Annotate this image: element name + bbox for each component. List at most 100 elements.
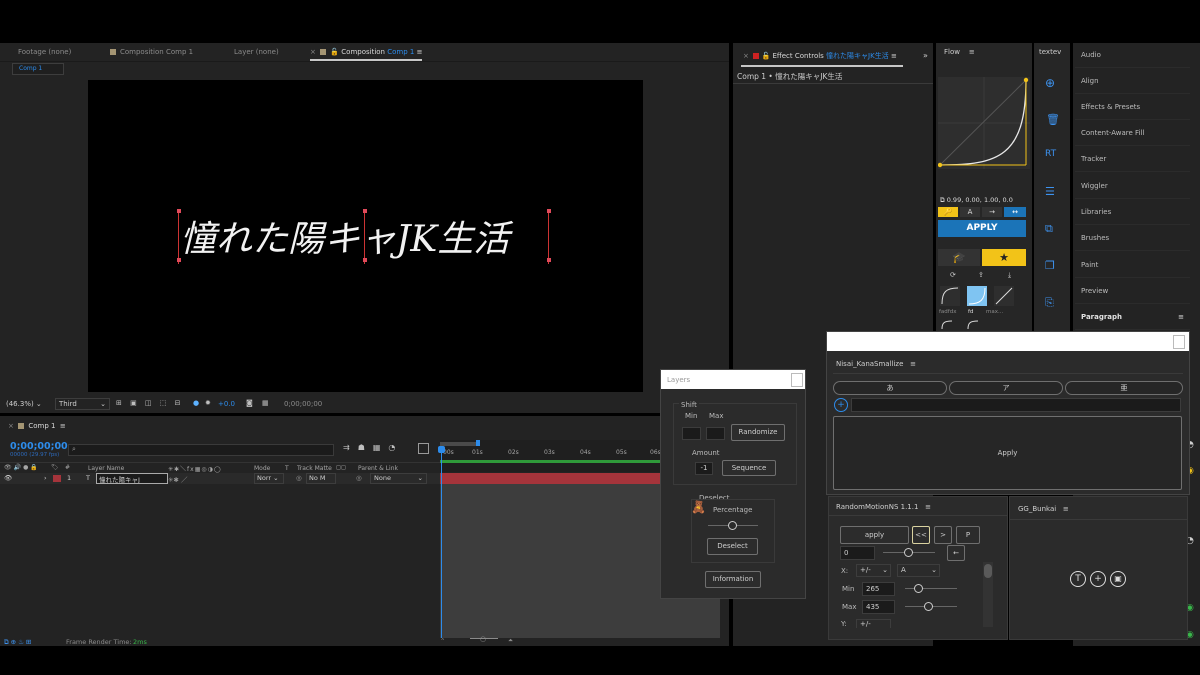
layer-name-column[interactable]: Layer Name bbox=[88, 465, 124, 472]
flow-curve-graph[interactable] bbox=[938, 77, 1030, 169]
y-sign-dropdown[interactable]: +/- bbox=[856, 619, 891, 628]
panel-preview[interactable]: Preview bbox=[1075, 279, 1190, 304]
arrow-right-icon[interactable]: → bbox=[982, 207, 1002, 217]
timeline-timecode[interactable]: 0;00;00;00 bbox=[10, 441, 68, 452]
layer-duration-bar[interactable] bbox=[440, 473, 660, 484]
visibility-icon[interactable]: 👁 bbox=[4, 474, 12, 482]
text-split-icon[interactable]: T bbox=[1070, 571, 1086, 587]
panel-menu-icon[interactable]: ≡ bbox=[1063, 505, 1069, 513]
panel-menu-icon[interactable]: ≡ bbox=[417, 48, 423, 56]
panel-paragraph[interactable]: Paragraph ≡ bbox=[1075, 305, 1190, 330]
view-options-icons[interactable]: ⊞ ▣ ◫ ⬚ ⊟ bbox=[116, 399, 183, 407]
flow-values[interactable]: ⧉ 0.99, 0.00, 1.00, 0.0 bbox=[940, 196, 1013, 205]
add-circle-icon[interactable]: ⊕ bbox=[1045, 76, 1055, 90]
panel-audio[interactable]: Audio bbox=[1075, 43, 1190, 68]
resolution-dropdown[interactable]: Third ⌄ bbox=[55, 398, 110, 410]
panel-menu-icon[interactable]: ≡ bbox=[1178, 305, 1184, 330]
zoom-out-icon[interactable]: ⌃ bbox=[440, 637, 445, 645]
zoom-dropdown[interactable]: (46.3%) ⌄ bbox=[6, 400, 42, 408]
rm-p-button[interactable]: P bbox=[956, 526, 980, 544]
randomize-button[interactable]: Randomize bbox=[731, 424, 785, 441]
min-slider-knob[interactable] bbox=[914, 584, 923, 593]
textev-tab[interactable]: textev bbox=[1039, 48, 1061, 56]
work-area-bar[interactable] bbox=[440, 442, 480, 446]
show-snapshot-icon[interactable]: ▦ bbox=[262, 399, 269, 407]
text-tool-icon[interactable]: RT bbox=[1045, 149, 1056, 159]
layer-name-field[interactable]: 憧れた陽キャJ bbox=[96, 473, 168, 484]
timeline-switch-icons[interactable]: ⇉☗▦◔ bbox=[343, 443, 403, 452]
star-icon[interactable]: ★ bbox=[982, 249, 1026, 266]
close-icon[interactable]: × bbox=[310, 48, 316, 56]
rm-value-input[interactable]: 0 bbox=[840, 546, 875, 560]
deselect-button[interactable]: Deselect bbox=[707, 538, 758, 555]
selection-handle[interactable] bbox=[177, 258, 181, 262]
panel-menu-icon[interactable]: ≡ bbox=[60, 422, 66, 430]
snapshot-icon[interactable]: ◙ bbox=[246, 399, 253, 407]
arrows-both-icon[interactable]: ↔ bbox=[1004, 207, 1026, 217]
flow-tab[interactable]: Flow ≡ bbox=[944, 48, 975, 56]
shift-min-input[interactable] bbox=[682, 427, 701, 440]
key-icon[interactable]: 🔑 bbox=[938, 207, 958, 217]
panel-libraries[interactable]: Libraries bbox=[1075, 200, 1190, 225]
text-a-icon[interactable]: A bbox=[960, 207, 980, 217]
amount-input[interactable]: -1 bbox=[695, 462, 713, 475]
tab-composition-active[interactable]: × 🔓 Composition Comp 1 ≡ bbox=[310, 48, 423, 61]
download-icon[interactable]: ⤓ bbox=[1008, 271, 1011, 280]
panel-wiggler[interactable]: Wiggler bbox=[1075, 174, 1190, 199]
rm-value-slider-knob[interactable] bbox=[904, 548, 913, 557]
max-input[interactable]: 435 bbox=[862, 600, 895, 614]
panel-content-aware-fill[interactable]: Content-Aware Fill bbox=[1075, 121, 1190, 146]
track-matte-dropdown[interactable]: No M bbox=[306, 473, 336, 484]
playhead-handle[interactable] bbox=[438, 446, 445, 453]
layer-label-color[interactable] bbox=[53, 475, 61, 482]
mode-dropdown[interactable]: Norr ⌄ bbox=[254, 473, 284, 484]
close-box-icon[interactable] bbox=[791, 373, 803, 387]
flow-apply-button[interactable]: APPLY bbox=[938, 220, 1026, 237]
sequence-button[interactable]: Sequence bbox=[722, 460, 776, 476]
katakana-button[interactable]: ア bbox=[949, 381, 1063, 395]
copy-icon[interactable]: ⎘ bbox=[1045, 296, 1054, 310]
time-ruler[interactable]: 00s 01s 02s 03s 04s 05s 06s bbox=[440, 440, 661, 472]
flow-presets[interactable] bbox=[940, 286, 1026, 306]
min-input[interactable]: 265 bbox=[862, 582, 895, 596]
switches-column-icons[interactable]: ✳✱＼fx▦◎◑◯ bbox=[168, 464, 222, 473]
av-switches-icons[interactable]: 👁🔊●🔒 bbox=[4, 464, 40, 471]
copy-icon[interactable]: ⧉ bbox=[940, 196, 945, 204]
rm-prev-button[interactable]: << bbox=[912, 526, 930, 544]
percentage-slider-knob[interactable] bbox=[728, 521, 737, 530]
min-slider[interactable] bbox=[905, 588, 957, 589]
selection-handle[interactable] bbox=[547, 209, 551, 213]
rm-next-button[interactable]: > bbox=[934, 526, 952, 544]
x-axis-dropdown[interactable]: A ⌄ bbox=[897, 564, 940, 577]
timeline-search-input[interactable]: ⌕ bbox=[68, 444, 334, 456]
panel-brushes[interactable]: Brushes bbox=[1075, 226, 1190, 251]
exposure-icon[interactable]: ✹ bbox=[205, 399, 211, 407]
viewer-canvas[interactable]: 憧れた陽キャJK生活 bbox=[88, 80, 643, 392]
panel-effects-presets[interactable]: Effects & Presets bbox=[1075, 95, 1190, 120]
label-icon[interactable]: 🏷 bbox=[51, 464, 59, 471]
layer-switch-icons[interactable]: ✳✱ ／ bbox=[168, 474, 187, 484]
selection-handle[interactable] bbox=[363, 258, 367, 262]
panel-align[interactable]: Align bbox=[1075, 69, 1190, 94]
rm-back-button[interactable]: ← bbox=[947, 545, 965, 561]
comp-subtab[interactable]: Comp 1 bbox=[12, 63, 64, 75]
exposure-value[interactable]: +0.0 bbox=[218, 400, 235, 408]
parent-dropdown[interactable]: None ⌄ bbox=[370, 473, 427, 484]
panel-paint[interactable]: Paint bbox=[1075, 253, 1190, 278]
box-icon[interactable]: ▣ bbox=[1110, 571, 1126, 587]
tab-composition-inactive[interactable]: Composition Comp 1 bbox=[110, 48, 193, 56]
color-channels-icon[interactable]: ● bbox=[193, 399, 199, 407]
selection-handle[interactable] bbox=[177, 209, 181, 213]
align-lines-icon[interactable]: ☰ bbox=[1045, 185, 1055, 198]
rm-apply-button[interactable]: apply bbox=[840, 526, 909, 544]
panel-menu-icon[interactable]: ≡ bbox=[910, 360, 916, 368]
graph-editor-icon[interactable] bbox=[418, 443, 429, 454]
close-icon[interactable]: × bbox=[8, 422, 14, 430]
shapes-icon[interactable]: ⧉ bbox=[1045, 222, 1053, 236]
crosshair-icon[interactable]: + bbox=[1090, 571, 1106, 587]
layer-row[interactable]: 👁 › 1 T 憧れた陽キャJ ✳✱ ／ Norr ⌄ ◎ No M ◎ Non… bbox=[0, 473, 440, 484]
information-button[interactable]: Information bbox=[705, 571, 761, 588]
rm-scrollbar[interactable] bbox=[983, 562, 993, 627]
layers-titlebar[interactable]: Layers bbox=[661, 370, 805, 389]
random-motion-tab[interactable]: RandomMotionNS 1.1.1 ≡ bbox=[836, 503, 931, 511]
